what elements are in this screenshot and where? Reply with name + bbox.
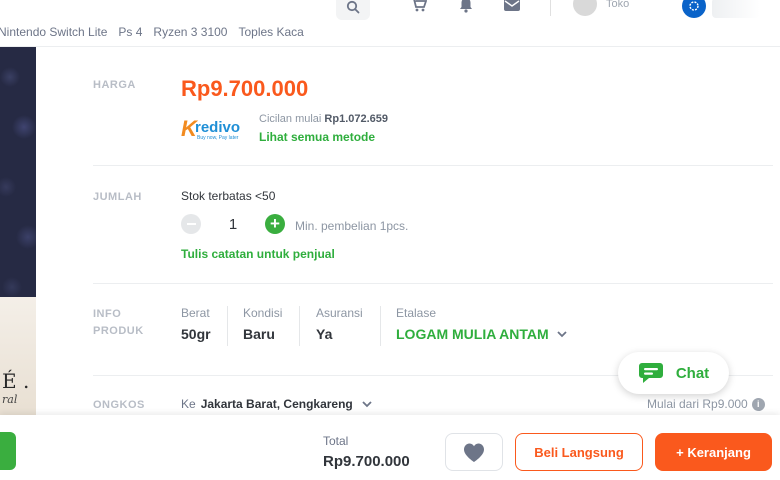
shipping-location: Jakarta Barat, Cengkareng — [200, 397, 353, 411]
shipping-destination[interactable]: Ke Jakarta Barat, Cengkareng — [181, 397, 372, 411]
condition-value: Baru — [243, 326, 275, 342]
keyword-link[interactable]: Ryzen 3 3100 — [153, 25, 227, 39]
user-avatar[interactable] — [682, 0, 706, 18]
shop-label[interactable]: Toko — [606, 0, 629, 10]
etalase-key: Etalase — [396, 306, 437, 320]
chat-button[interactable]: Chat — [618, 352, 729, 394]
info-icon[interactable]: i — [751, 397, 765, 411]
etalase-value: LOGAM MULIA ANTAM — [396, 326, 549, 342]
mail-icon[interactable] — [503, 0, 521, 14]
chevron-down-icon — [362, 400, 372, 407]
stock-info: Stok terbatas <50 — [181, 189, 276, 203]
weight-key: Berat — [181, 306, 210, 320]
quantity-input[interactable]: 1 — [218, 216, 248, 233]
chat-label: Chat — [675, 364, 710, 382]
user-name-placeholder — [712, 0, 760, 18]
installment-prefix: Cicilan mulai — [259, 113, 325, 125]
shipping-prefix: Ke — [181, 397, 196, 411]
quantity-decrease-button[interactable] — [181, 214, 201, 234]
product-image[interactable]: É . ral — [0, 47, 36, 417]
quantity-label: JUMLAH — [93, 191, 142, 203]
shipping-price-info: Mulai dari Rp9.000 i — [647, 397, 765, 411]
weight-value: 50gr — [181, 326, 211, 342]
header-divider — [550, 0, 551, 16]
condition-info: Kondisi Baru — [243, 306, 282, 342]
product-page: Toko Nintendo Switch Lite Ps 4 Ryzen 3 3… — [0, 0, 780, 480]
cart-icon[interactable] — [410, 0, 428, 14]
info-label-line2: PRODUK — [93, 325, 144, 337]
add-to-cart-button[interactable]: + Keranjang — [655, 433, 772, 471]
chevron-down-icon — [557, 330, 567, 337]
seller-note-link[interactable]: Tulis catatan untuk penjual — [181, 247, 335, 261]
chat-bubble-icon — [638, 363, 663, 383]
shop-avatar[interactable] — [573, 0, 597, 16]
search-button[interactable] — [336, 0, 370, 20]
heart-icon — [464, 443, 484, 462]
keyword-link[interactable]: Nintendo Switch Lite — [0, 25, 107, 39]
installment-info: Cicilan mulai Rp1.072.659 — [259, 113, 388, 125]
insurance-key: Asuransi — [316, 306, 363, 320]
shipping-label: ONGKOS — [93, 399, 145, 411]
total-value: Rp9.700.000 — [323, 453, 410, 470]
kredivo-tagline: Buy now, Pay later — [197, 135, 239, 141]
green-button-partial[interactable] — [0, 432, 16, 470]
info-divider — [299, 306, 300, 346]
image-subtext: ral — [2, 393, 18, 406]
info-label-line1: INFO — [93, 308, 122, 320]
quantity-increase-button[interactable]: + — [265, 214, 285, 234]
minus-icon — [186, 223, 196, 225]
info-divider — [227, 306, 228, 346]
price-label: HARGA — [93, 79, 136, 91]
bell-icon[interactable] — [457, 0, 475, 14]
condition-key: Kondisi — [243, 306, 283, 320]
wishlist-button[interactable] — [445, 433, 503, 471]
section-divider — [93, 283, 773, 284]
buy-now-button[interactable]: Beli Langsung — [515, 433, 643, 471]
total-label: Total — [323, 434, 349, 448]
insurance-info: Asuransi Ya — [316, 306, 363, 342]
product-price: Rp9.700.000 — [181, 76, 309, 101]
kredivo-logo-word: redivo — [195, 119, 241, 136]
etalase-info: Etalase LOGAM MULIA ANTAM — [396, 306, 567, 342]
keyword-link[interactable]: Ps 4 — [118, 25, 142, 39]
shipping-price-text: Mulai dari Rp9.000 — [647, 397, 748, 411]
min-purchase-text: Min. pembelian 1pcs. — [295, 219, 409, 233]
insurance-value: Ya — [316, 326, 333, 342]
header-divider-line — [0, 46, 780, 47]
popular-keywords: Nintendo Switch Lite Ps 4 Ryzen 3 3100 T… — [0, 25, 304, 39]
section-divider — [93, 165, 773, 166]
see-payment-methods-link[interactable]: Lihat semua metode — [259, 130, 375, 144]
plus-icon: + — [270, 214, 280, 233]
info-divider — [380, 306, 381, 346]
search-icon — [346, 0, 360, 14]
weight-info: Berat 50gr — [181, 306, 211, 342]
etalase-dropdown[interactable]: LOGAM MULIA ANTAM — [396, 326, 567, 342]
keyword-link[interactable]: Toples Kaca — [238, 25, 303, 39]
top-header: Toko — [0, 0, 780, 22]
installment-amount: Rp1.072.659 — [324, 113, 389, 125]
image-text: É . — [2, 369, 30, 393]
kredivo-logo: K redivo Buy now, Pay later — [181, 116, 253, 144]
bottom-action-bar: Total Rp9.700.000 Beli Langsung + Keranj… — [0, 415, 780, 480]
